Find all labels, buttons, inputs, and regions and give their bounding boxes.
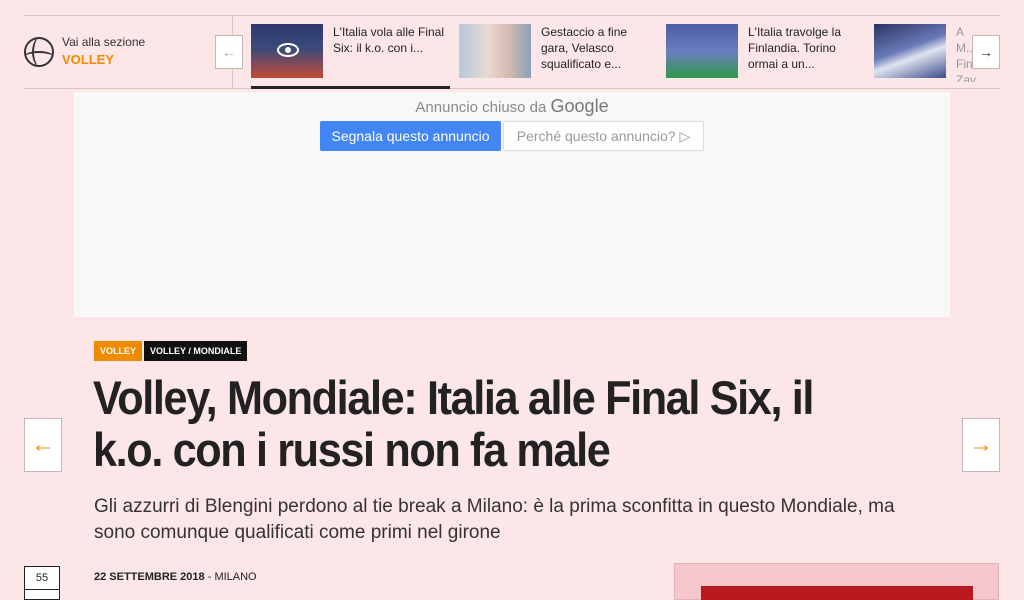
video-eye-icon (277, 43, 299, 57)
news-item-title: L'Italia vola alle Final Six: il k.o. co… (333, 25, 445, 55)
news-item[interactable]: A M... Fin... Zay... (874, 24, 976, 82)
ad-closed-panel: Annuncio chiuso da Google Segnala questo… (74, 92, 950, 317)
news-item-title: Gestaccio a fine gara, Velasco squalific… (541, 25, 628, 71)
news-item[interactable]: L'Italia vola alle Final Six: il k.o. co… (251, 24, 445, 82)
arrow-left-icon: ← (222, 44, 236, 60)
arrow-right-icon: → (969, 431, 993, 458)
report-ad-button[interactable]: Segnala questo annuncio (320, 121, 501, 151)
why-this-ad-button[interactable]: Perché questo annuncio? ▷ (503, 121, 704, 151)
sidebar-box-media (701, 586, 973, 600)
ad-closed-message: Annuncio chiuso da Google (74, 96, 950, 117)
article-meta: 22 SETTEMBRE 2018 - MILANO (94, 571, 257, 583)
sidebar-box (674, 563, 999, 600)
arrow-right-icon: → (979, 44, 993, 60)
share-count: 55 (25, 567, 59, 590)
share-counter[interactable]: 55 (24, 566, 60, 600)
news-thumbnail (666, 24, 738, 78)
active-item-indicator (251, 86, 450, 89)
news-item-title: L'Italia travolge la Finlandia. Torino o… (748, 25, 842, 71)
article-date: 22 SETTEMBRE 2018 (94, 571, 205, 583)
article-location: - MILANO (207, 571, 257, 583)
prev-article-button[interactable]: ← (24, 418, 62, 472)
ad-closed-text: Annuncio chiuso da (415, 99, 547, 116)
google-logo: Google (550, 96, 609, 116)
news-item[interactable]: Gestaccio a fine gara, Velasco squalific… (459, 24, 653, 82)
tag-volley[interactable]: VOLLEY (94, 341, 143, 361)
arrow-left-icon: ← (31, 431, 55, 458)
strip-prev-button[interactable]: ← (215, 35, 243, 69)
news-item[interactable]: L'Italia travolge la Finlandia. Torino o… (666, 24, 860, 82)
strip-next-button[interactable]: → (972, 35, 1000, 69)
next-article-button[interactable]: → (962, 418, 1000, 472)
section-link-volley[interactable]: Vai alla sezione VOLLEY (24, 16, 233, 88)
news-thumbnail (459, 24, 531, 78)
article-subtitle: Gli azzurri di Blengini perdono al tie b… (94, 496, 895, 543)
news-strip-bar: Vai alla sezione VOLLEY ← L'Italia vola … (24, 15, 1000, 89)
article-headline: Volley, Mondiale: Italia alle Final Six,… (93, 371, 814, 476)
section-prefix-label: Vai alla sezione (62, 35, 146, 49)
news-thumbnail (874, 24, 946, 78)
news-thumbnail (251, 24, 323, 78)
volleyball-icon (24, 37, 54, 67)
section-name-label: VOLLEY (62, 52, 115, 67)
tag-volley-mondiale[interactable]: VOLLEY / MONDIALE (144, 341, 248, 361)
